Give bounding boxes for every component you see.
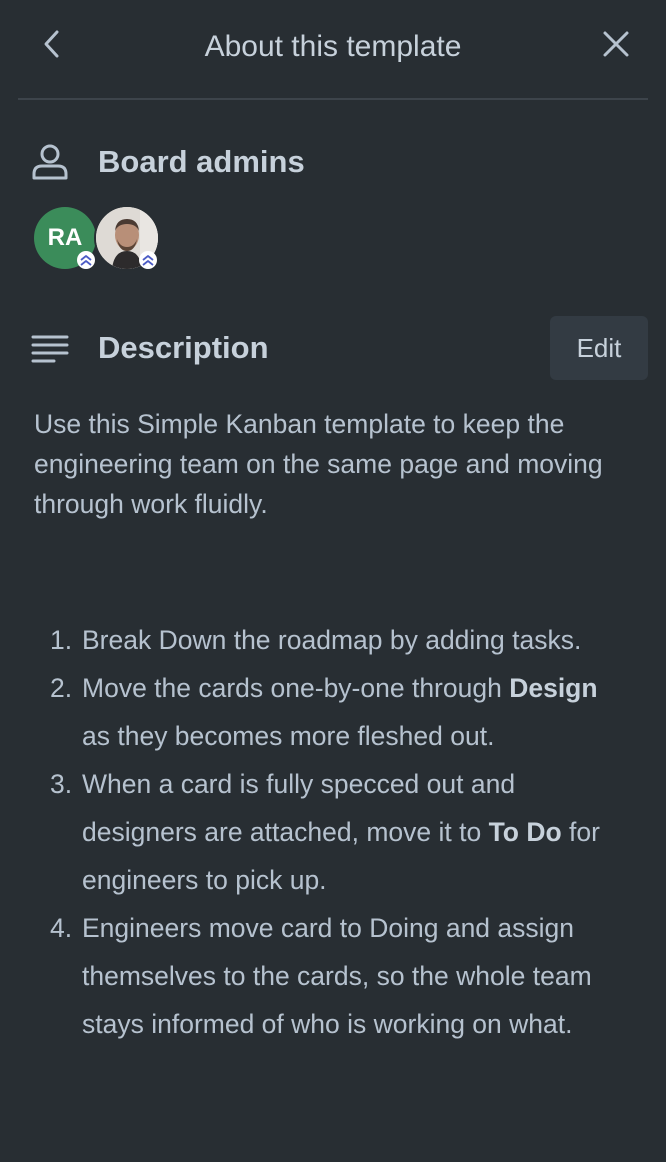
step-text: When a card is fully specced out and des… bbox=[82, 769, 516, 847]
description-lines-icon bbox=[30, 328, 70, 368]
close-icon bbox=[602, 30, 630, 63]
edit-description-button[interactable]: Edit bbox=[550, 316, 648, 380]
step-bold-text: To Do bbox=[488, 817, 562, 847]
template-info-panel: About this template Board admins RA Desc… bbox=[0, 0, 648, 1162]
avatar-photo[interactable] bbox=[94, 205, 160, 271]
step-text: Move the cards one-by-one through bbox=[82, 673, 510, 703]
admin-avatars: RA bbox=[34, 205, 164, 273]
description-title: Description bbox=[98, 330, 269, 365]
step-text: Break Down the roadmap by adding tasks. bbox=[82, 625, 582, 655]
board-admins-title: Board admins bbox=[98, 144, 305, 179]
step-number: 2. bbox=[50, 673, 73, 703]
list-item: 2. Move the cards one-by-one through Des… bbox=[0, 664, 648, 760]
admin-chevron-icon bbox=[77, 251, 95, 269]
list-item: 4. Engineers move card to Doing and assi… bbox=[0, 904, 648, 1048]
description-intro: Use this Simple Kanban template to keep … bbox=[34, 409, 603, 519]
step-text: as they becomes more fleshed out. bbox=[82, 721, 495, 751]
avatar-ra[interactable]: RA bbox=[34, 207, 96, 269]
step-bold-text: Design bbox=[509, 673, 598, 703]
person-icon bbox=[30, 142, 70, 182]
panel-header: About this template bbox=[18, 0, 648, 100]
step-number: 4. bbox=[50, 913, 73, 943]
panel-title: About this template bbox=[204, 30, 462, 63]
board-admins-heading: Board admins bbox=[30, 142, 305, 182]
step-number: 3. bbox=[50, 769, 73, 799]
admin-chevron-icon bbox=[139, 251, 157, 269]
list-item: 3. When a card is fully specced out and … bbox=[0, 760, 648, 904]
step-number: 1. bbox=[50, 625, 73, 655]
list-item: 1. Break Down the roadmap by adding task… bbox=[0, 616, 648, 664]
close-button[interactable] bbox=[596, 24, 636, 68]
description-heading: Description bbox=[30, 328, 269, 368]
step-text: Engineers move card to Doing and assign … bbox=[82, 913, 592, 1039]
avatar-initials: RA bbox=[47, 224, 83, 251]
description-steps: 1. Break Down the roadmap by adding task… bbox=[0, 616, 648, 1048]
